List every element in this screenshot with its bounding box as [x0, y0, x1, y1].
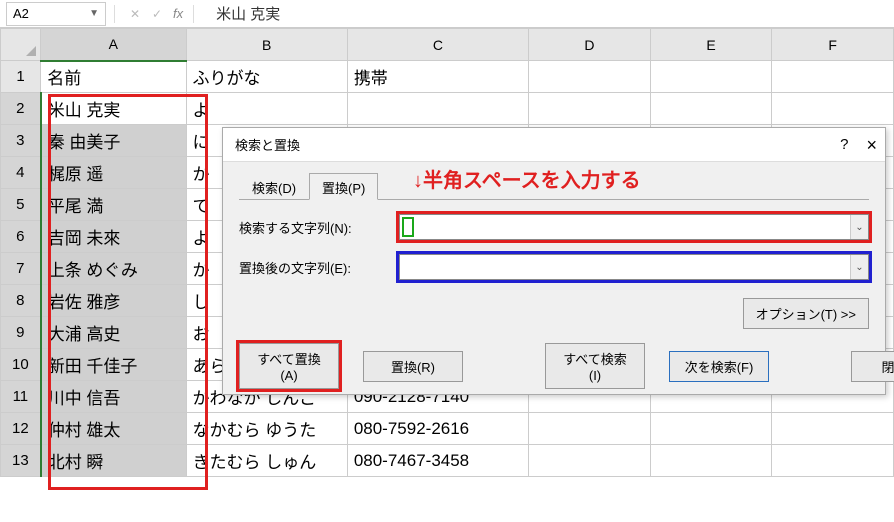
cell[interactable]: 北村 瞬 [41, 445, 186, 477]
cell[interactable] [529, 413, 651, 445]
cell[interactable]: 秦 由美子 [41, 125, 186, 157]
find-all-button[interactable]: すべて検索(I) [545, 343, 645, 389]
dialog-titlebar[interactable]: 検索と置換 ? × [223, 128, 885, 162]
cell[interactable]: 080-7467-3458 [347, 445, 528, 477]
col-header[interactable]: C [347, 29, 528, 61]
help-icon[interactable]: ? [840, 136, 848, 153]
cell[interactable]: 仲村 雄太 [41, 413, 186, 445]
cell[interactable]: 米山 克実 [41, 93, 186, 125]
row-header[interactable]: 3 [1, 125, 41, 157]
text-cursor [402, 217, 414, 237]
dialog-title: 検索と置換 [235, 135, 300, 154]
tab-replace[interactable]: 置換(P) [309, 173, 378, 200]
cell[interactable] [772, 413, 894, 445]
formula-buttons: ✕ ✓ fx [119, 4, 189, 24]
col-header[interactable]: B [186, 29, 347, 61]
close-icon[interactable]: × [866, 136, 877, 154]
cell[interactable]: 上条 めぐみ [41, 253, 186, 285]
cell[interactable]: ふりがな [186, 61, 347, 93]
find-next-button[interactable]: 次を検索(F) [669, 351, 769, 382]
cell[interactable] [772, 61, 894, 93]
options-button[interactable]: オプション(T) >> [743, 298, 869, 329]
row-header[interactable]: 2 [1, 93, 41, 125]
cell[interactable]: 吉岡 未來 [41, 221, 186, 253]
find-label: 検索する文字列(N): [239, 218, 389, 237]
cell[interactable] [772, 445, 894, 477]
replace-all-button[interactable]: すべて置換(A) [239, 343, 339, 389]
cell[interactable]: 梶原 遥 [41, 157, 186, 189]
row-header[interactable]: 5 [1, 189, 41, 221]
row-header[interactable]: 1 [1, 61, 41, 93]
row-header[interactable]: 9 [1, 317, 41, 349]
cell[interactable] [650, 61, 772, 93]
row-header[interactable]: 11 [1, 381, 41, 413]
name-box[interactable]: A2 ▼ [6, 2, 106, 26]
cell[interactable]: なかむら ゆうた [186, 413, 347, 445]
cell[interactable] [772, 93, 894, 125]
cell[interactable] [650, 445, 772, 477]
replace-input[interactable]: ⌄ [399, 254, 869, 280]
row-header[interactable]: 6 [1, 221, 41, 253]
cell[interactable]: 川中 信吾 [41, 381, 186, 413]
chevron-down-icon[interactable]: ▼ [89, 8, 99, 19]
cell[interactable] [529, 93, 651, 125]
cell[interactable] [529, 61, 651, 93]
cell[interactable]: 名前 [41, 61, 186, 93]
close-button[interactable]: 閉じる [851, 351, 894, 382]
row-header[interactable]: 12 [1, 413, 41, 445]
enter-icon: ✓ [147, 4, 167, 24]
cell[interactable] [650, 413, 772, 445]
col-header[interactable]: F [772, 29, 894, 61]
col-header[interactable]: A [41, 29, 186, 61]
cell[interactable] [529, 445, 651, 477]
tab-find[interactable]: 検索(D) [239, 173, 309, 200]
formula-value[interactable]: 米山 克実 [198, 3, 280, 24]
row-header[interactable]: 13 [1, 445, 41, 477]
fx-icon[interactable]: fx [173, 6, 183, 21]
formula-bar: A2 ▼ ✕ ✓ fx 米山 克実 [0, 0, 894, 28]
chevron-down-icon[interactable]: ⌄ [850, 255, 868, 279]
row-header[interactable]: 10 [1, 349, 41, 381]
chevron-down-icon[interactable]: ⌄ [850, 215, 868, 239]
cell[interactable]: きたむら しゅん [186, 445, 347, 477]
select-all-corner[interactable] [1, 29, 41, 61]
cell[interactable]: よ [186, 93, 347, 125]
name-box-value: A2 [13, 6, 29, 21]
find-input[interactable]: ⌄ [399, 214, 869, 240]
cell[interactable] [347, 93, 528, 125]
cancel-icon: ✕ [125, 4, 145, 24]
cell[interactable]: 新田 千佳子 [41, 349, 186, 381]
cell[interactable]: 岩佐 雅彦 [41, 285, 186, 317]
col-header[interactable]: D [529, 29, 651, 61]
row-header[interactable]: 4 [1, 157, 41, 189]
cell[interactable]: 080-7592-2616 [347, 413, 528, 445]
row-header[interactable]: 8 [1, 285, 41, 317]
cell[interactable]: 携帯 [347, 61, 528, 93]
cell[interactable]: 平尾 満 [41, 189, 186, 221]
replace-label: 置換後の文字列(E): [239, 258, 389, 277]
col-header[interactable]: E [650, 29, 772, 61]
cell[interactable]: 大浦 高史 [41, 317, 186, 349]
dialog-tabs: 検索(D) 置換(P) [239, 172, 869, 200]
find-replace-dialog: 検索と置換 ? × 検索(D) 置換(P) ↓半角スペースを入力する 検索する文… [222, 127, 886, 395]
replace-button[interactable]: 置換(R) [363, 351, 463, 382]
cell[interactable] [650, 93, 772, 125]
row-header[interactable]: 7 [1, 253, 41, 285]
